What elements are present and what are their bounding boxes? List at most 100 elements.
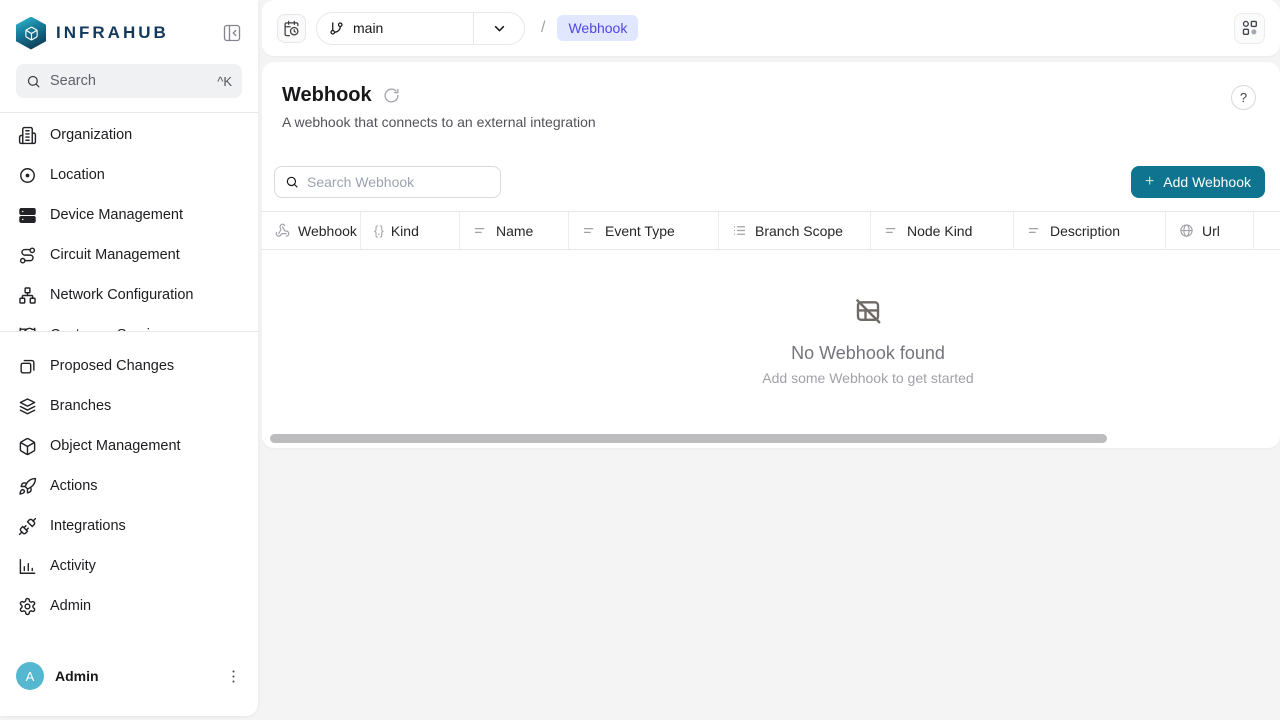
handshake-icon	[18, 326, 37, 333]
column-label: Description	[1050, 223, 1120, 239]
column-label: Node Kind	[907, 223, 972, 239]
sidebar-item-label: Organization	[50, 127, 132, 143]
text-icon	[582, 223, 597, 238]
app-root: INFRAHUB Search ^K Organization	[0, 0, 1280, 720]
add-webhook-label: Add Webhook	[1163, 174, 1251, 190]
sidebar-item-organization[interactable]: Organization	[0, 115, 258, 155]
panel-left-close-icon	[222, 23, 242, 43]
sidebar-item-actions[interactable]: Actions	[0, 466, 258, 506]
topbar: main / Webhook	[262, 0, 1280, 56]
column-label: Event Type	[605, 223, 675, 239]
page-subtitle: A webhook that connects to an external i…	[282, 114, 596, 130]
sidebar-item-object-management[interactable]: Object Management	[0, 426, 258, 466]
help-button[interactable]: ?	[1231, 85, 1256, 110]
column-header-node-kind[interactable]: Node Kind	[871, 212, 1014, 249]
route-icon	[18, 246, 37, 265]
user-row[interactable]: A Admin	[0, 658, 258, 694]
column-label: Kind	[391, 223, 419, 239]
sidebar-item-label: Device Management	[50, 207, 183, 223]
sidebar-search-placeholder: Search	[50, 73, 96, 89]
avatar[interactable]: A	[16, 662, 44, 690]
time-travel-button[interactable]	[277, 14, 306, 43]
building-icon	[18, 126, 37, 145]
sidebar-item-activity[interactable]: Activity	[0, 546, 258, 586]
sidebar-nav-group-system: Proposed Changes Branches Object Managem…	[0, 344, 258, 628]
list-icon	[732, 223, 747, 238]
branch-name: main	[353, 20, 383, 36]
column-header-branch-scope[interactable]: Branch Scope	[719, 212, 871, 249]
sidebar-item-label: Customer Service	[50, 327, 165, 332]
sidebar-item-branches[interactable]: Branches	[0, 386, 258, 426]
column-header-event-type[interactable]: Event Type	[569, 212, 719, 249]
gear-icon	[18, 597, 37, 616]
sidebar-item-network-configuration[interactable]: Network Configuration	[0, 275, 258, 315]
sidebar-search-shortcut: ^K	[217, 74, 232, 89]
branch-selector[interactable]: main	[316, 12, 525, 45]
column-header-webhook[interactable]: Webhook	[262, 212, 361, 249]
empty-state-subtitle: Add some Webhook to get started	[708, 370, 1028, 386]
plus-icon: +	[1145, 173, 1154, 191]
branch-dropdown-toggle[interactable]	[473, 13, 524, 44]
sidebar-item-label: Object Management	[50, 438, 181, 454]
git-branch-icon	[329, 21, 344, 36]
calendar-clock-icon	[283, 20, 300, 37]
sidebar-search[interactable]: Search ^K	[16, 64, 242, 98]
sidebar-item-label: Location	[50, 167, 105, 183]
sidebar: INFRAHUB Search ^K Organization	[0, 0, 258, 716]
location-icon	[18, 166, 37, 185]
sidebar-item-device-management[interactable]: Device Management	[0, 195, 258, 235]
sidebar-item-label: Network Configuration	[50, 287, 193, 303]
rocket-icon	[18, 477, 37, 496]
chevron-down-icon	[491, 20, 508, 37]
globe-icon	[1179, 223, 1194, 238]
text-icon	[473, 223, 488, 238]
column-header-url[interactable]: Url	[1166, 212, 1254, 249]
infrahub-logo-icon	[16, 17, 46, 50]
column-header-name[interactable]: Name	[460, 212, 569, 249]
sidebar-item-integrations[interactable]: Integrations	[0, 506, 258, 546]
empty-state-title: No Webhook found	[708, 343, 1028, 364]
table-search-input[interactable]	[307, 174, 490, 190]
sidebar-item-circuit-management[interactable]: Circuit Management	[0, 235, 258, 275]
add-webhook-button[interactable]: + Add Webhook	[1131, 166, 1265, 198]
user-menu-button[interactable]	[225, 668, 242, 685]
page-title: Webhook	[282, 84, 372, 107]
empty-state: No Webhook found Add some Webhook to get…	[708, 296, 1028, 386]
text-icon	[1027, 223, 1042, 238]
refresh-icon	[383, 87, 400, 104]
no-data-icon	[853, 296, 883, 326]
sidebar-item-proposed-changes[interactable]: Proposed Changes	[0, 346, 258, 386]
sidebar-item-admin[interactable]: Admin	[0, 586, 258, 626]
text-icon	[884, 223, 899, 238]
breadcrumb-current[interactable]: Webhook	[557, 15, 638, 41]
sidebar-item-label: Integrations	[50, 518, 126, 534]
column-header-description[interactable]: Description	[1014, 212, 1166, 249]
sidebar-nav-group-menus: Organization Location Device Management	[0, 113, 258, 332]
sidebar-item-label: Circuit Management	[50, 247, 180, 263]
branch-selector-current[interactable]: main	[317, 20, 473, 36]
sidebar-item-location[interactable]: Location	[0, 155, 258, 195]
braces-icon: {.}	[374, 224, 383, 238]
copy-icon	[18, 357, 37, 376]
sidebar-item-label: Activity	[50, 558, 96, 574]
sidebar-item-customer-service[interactable]: Customer Service	[0, 315, 258, 332]
refresh-button[interactable]	[383, 87, 400, 104]
chart-icon	[18, 557, 37, 576]
schema-visualizer-button[interactable]	[1234, 13, 1265, 44]
column-header-kind[interactable]: {.} Kind	[361, 212, 460, 249]
content-card: Webhook A webhook that connects to an ex…	[262, 62, 1280, 448]
column-header-empty	[1254, 212, 1280, 249]
sidebar-item-label: Actions	[50, 478, 98, 494]
breadcrumb-separator: /	[541, 19, 545, 37]
page-header: Webhook A webhook that connects to an ex…	[282, 84, 596, 130]
layers-icon	[18, 397, 37, 416]
network-icon	[18, 286, 37, 305]
column-label: Webhook	[298, 223, 357, 239]
table-search[interactable]	[274, 166, 501, 198]
horizontal-scrollbar-thumb[interactable]	[270, 434, 1107, 443]
ellipsis-vertical-icon	[225, 668, 242, 685]
column-label: Url	[1202, 223, 1220, 239]
brand-name: INFRAHUB	[56, 23, 169, 43]
sidebar-collapse-button[interactable]	[222, 23, 242, 43]
column-label: Name	[496, 223, 533, 239]
